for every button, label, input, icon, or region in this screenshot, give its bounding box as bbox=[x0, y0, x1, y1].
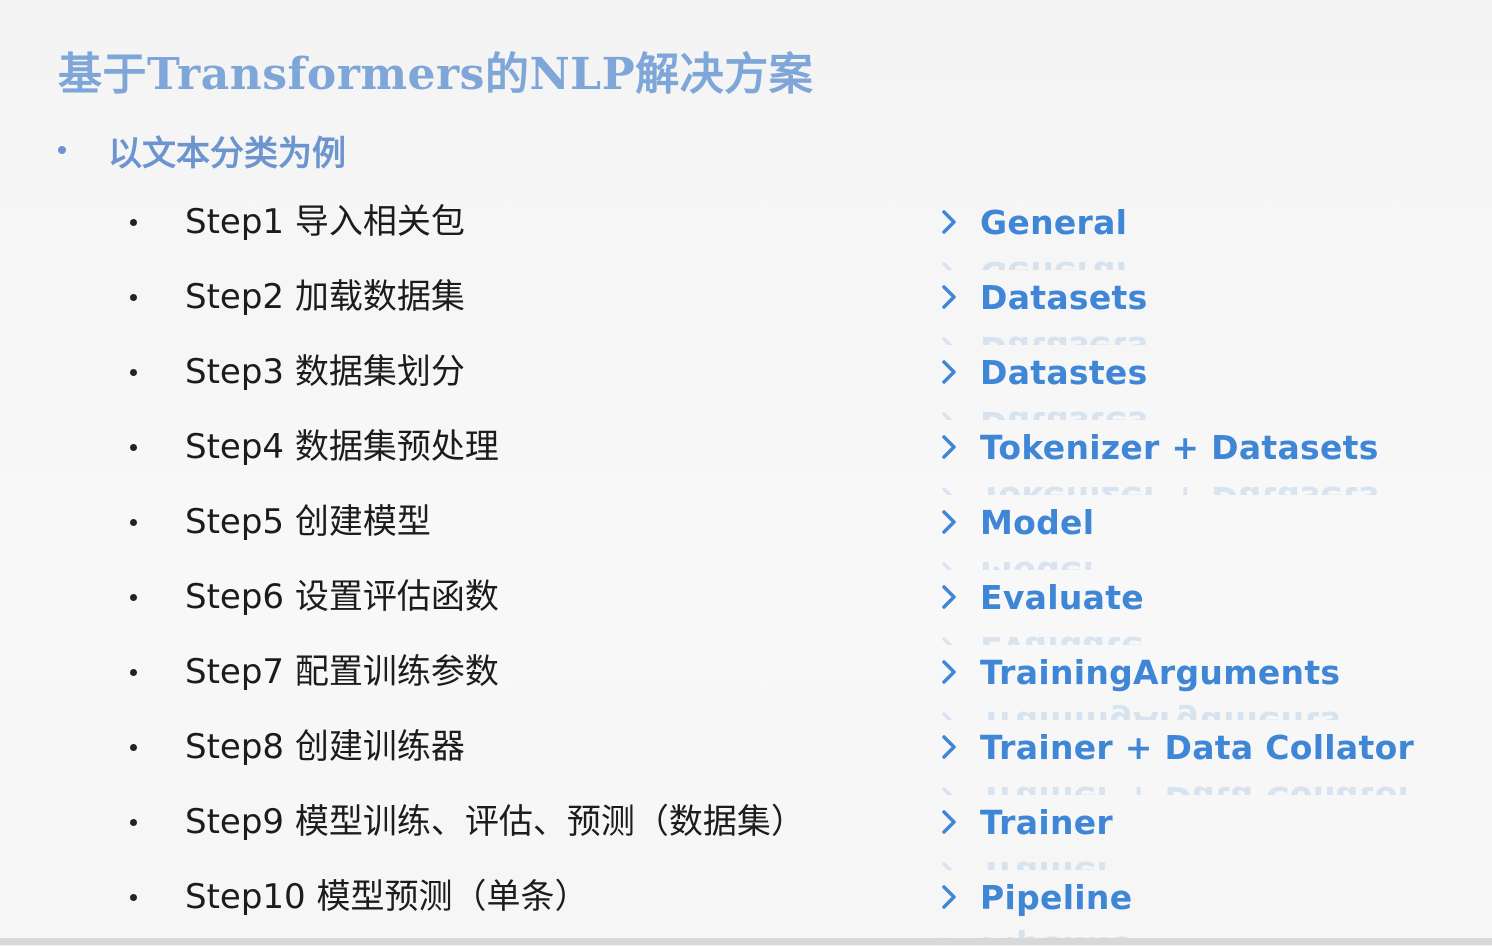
chevron-right-icon bbox=[942, 412, 956, 420]
step-item: Step6 设置评估函数 bbox=[130, 571, 805, 646]
step-item: Step4 数据集预处理 bbox=[130, 421, 805, 496]
chevron-right-icon bbox=[942, 510, 956, 534]
tool-item: Evaluate Evaluate bbox=[938, 571, 1414, 646]
bottom-bar bbox=[0, 938, 1492, 945]
tool-label: Trainer bbox=[980, 802, 1113, 842]
chevron-right-icon bbox=[942, 562, 956, 570]
step-text: Step9 模型训练、评估、预测（数据集） bbox=[185, 802, 805, 842]
chevron-right-icon bbox=[942, 885, 956, 909]
step-item: Step2 加载数据集 bbox=[130, 271, 805, 346]
tool-label: Pipeline bbox=[980, 877, 1133, 917]
bullet-dot bbox=[130, 294, 137, 301]
tool-item: Datasets Datasets bbox=[938, 271, 1414, 346]
bullet-dot bbox=[130, 669, 137, 676]
tool-list: General General Datasets Datasets Datast… bbox=[938, 196, 1414, 946]
tool-reflection: Model bbox=[938, 548, 1094, 570]
tool-item: General General bbox=[938, 196, 1414, 271]
chevron-right-icon bbox=[942, 637, 956, 645]
chevron-right-icon bbox=[942, 487, 956, 495]
chevron-right-icon bbox=[942, 787, 956, 795]
chevron-right-icon bbox=[942, 337, 956, 345]
step-text: Step1 导入相关包 bbox=[185, 202, 465, 242]
subtitle-row: 以文本分类为例 bbox=[58, 128, 346, 174]
step-list: Step1 导入相关包 Step2 加载数据集 Step3 数据集划分 Step… bbox=[130, 196, 805, 946]
tool-reflection: TrainingArguments bbox=[938, 698, 1340, 720]
tool-label-reflection: Datasets bbox=[980, 330, 1148, 346]
tool-reflection: Trainer + Data Collator bbox=[938, 773, 1414, 795]
tool-label-reflection: Evaluate bbox=[980, 630, 1144, 646]
step-item: Step10 模型预测（单条） bbox=[130, 871, 805, 946]
bullet-dot bbox=[130, 444, 137, 451]
tool-item: Datastes Datastes bbox=[938, 346, 1414, 421]
slide-subtitle: 以文本分类为例 bbox=[108, 133, 346, 174]
bullet-dot bbox=[130, 819, 137, 826]
tool-reflection: Evaluate bbox=[938, 623, 1144, 645]
tool-reflection: General bbox=[938, 248, 1127, 270]
step-item: Step1 导入相关包 bbox=[130, 196, 805, 271]
slide: 基于Transformers的NLP解决方案 以文本分类为例 Step1 导入相… bbox=[0, 0, 1492, 945]
tool-item: Tokenizer + Datasets Tokenizer + Dataset… bbox=[938, 421, 1414, 496]
chevron-right-icon bbox=[942, 810, 956, 834]
tool-reflection: Trainer bbox=[938, 848, 1113, 870]
chevron-right-icon bbox=[942, 435, 956, 459]
step-item: Step7 配置训练参数 bbox=[130, 646, 805, 721]
tool-item: Pipeline Pipeline bbox=[938, 871, 1414, 946]
bullet-dot bbox=[130, 894, 137, 901]
tool-label: Datasets bbox=[980, 277, 1148, 317]
tool-item: Trainer + Data Collator Trainer + Data C… bbox=[938, 721, 1414, 796]
tool-label: Trainer + Data Collator bbox=[980, 727, 1415, 767]
chevron-right-icon bbox=[942, 862, 956, 870]
tool-label: Model bbox=[980, 502, 1095, 542]
chevron-right-icon bbox=[942, 735, 956, 759]
subtitle-bullet bbox=[58, 146, 66, 154]
tool-label-reflection: Trainer bbox=[980, 855, 1113, 871]
tool-item: TrainingArguments TrainingArguments bbox=[938, 646, 1414, 721]
tool-reflection: Datasets bbox=[938, 323, 1148, 345]
tool-label-reflection: Model bbox=[980, 555, 1094, 571]
bullet-dot bbox=[130, 519, 137, 526]
bullet-dot bbox=[130, 744, 137, 751]
tool-label: General bbox=[980, 202, 1128, 242]
chevron-right-icon bbox=[942, 360, 956, 384]
step-text: Step5 创建模型 bbox=[185, 502, 431, 542]
tool-label-reflection: General bbox=[980, 255, 1127, 271]
step-text: Step3 数据集划分 bbox=[185, 352, 465, 392]
chevron-right-icon bbox=[942, 210, 956, 234]
chevron-right-icon bbox=[942, 285, 956, 309]
bullet-dot bbox=[130, 219, 137, 226]
step-text: Step7 配置训练参数 bbox=[185, 652, 499, 692]
tool-label-reflection: TrainingArguments bbox=[980, 705, 1340, 721]
tool-item: Trainer Trainer bbox=[938, 796, 1414, 871]
step-text: Step4 数据集预处理 bbox=[185, 427, 499, 467]
chevron-right-icon bbox=[942, 262, 956, 270]
step-text: Step10 模型预测（单条） bbox=[185, 877, 589, 917]
tool-reflection: Tokenizer + Datasets bbox=[938, 473, 1379, 495]
step-text: Step2 加载数据集 bbox=[185, 277, 465, 317]
step-text: Step6 设置评估函数 bbox=[185, 577, 499, 617]
chevron-right-icon bbox=[942, 660, 956, 684]
tool-label: Datastes bbox=[980, 352, 1148, 392]
tool-label: TrainingArguments bbox=[980, 652, 1341, 692]
step-item: Step3 数据集划分 bbox=[130, 346, 805, 421]
tool-label-reflection: Tokenizer + Datasets bbox=[980, 480, 1379, 496]
chevron-right-icon bbox=[942, 712, 956, 720]
tool-label-reflection: Datastes bbox=[980, 405, 1148, 421]
slide-title: 基于Transformers的NLP解决方案 bbox=[58, 49, 814, 100]
step-item: Step8 创建训练器 bbox=[130, 721, 805, 796]
step-item: Step9 模型训练、评估、预测（数据集） bbox=[130, 796, 805, 871]
chevron-right-icon bbox=[942, 585, 956, 609]
tool-reflection: Datastes bbox=[938, 398, 1148, 420]
tool-label: Tokenizer + Datasets bbox=[980, 427, 1379, 467]
tool-item: Model Model bbox=[938, 496, 1414, 571]
step-item: Step5 创建模型 bbox=[130, 496, 805, 571]
tool-label: Evaluate bbox=[980, 577, 1144, 617]
tool-label-reflection: Trainer + Data Collator bbox=[980, 780, 1414, 796]
step-text: Step8 创建训练器 bbox=[185, 727, 465, 767]
bullet-dot bbox=[130, 594, 137, 601]
bullet-dot bbox=[130, 369, 137, 376]
